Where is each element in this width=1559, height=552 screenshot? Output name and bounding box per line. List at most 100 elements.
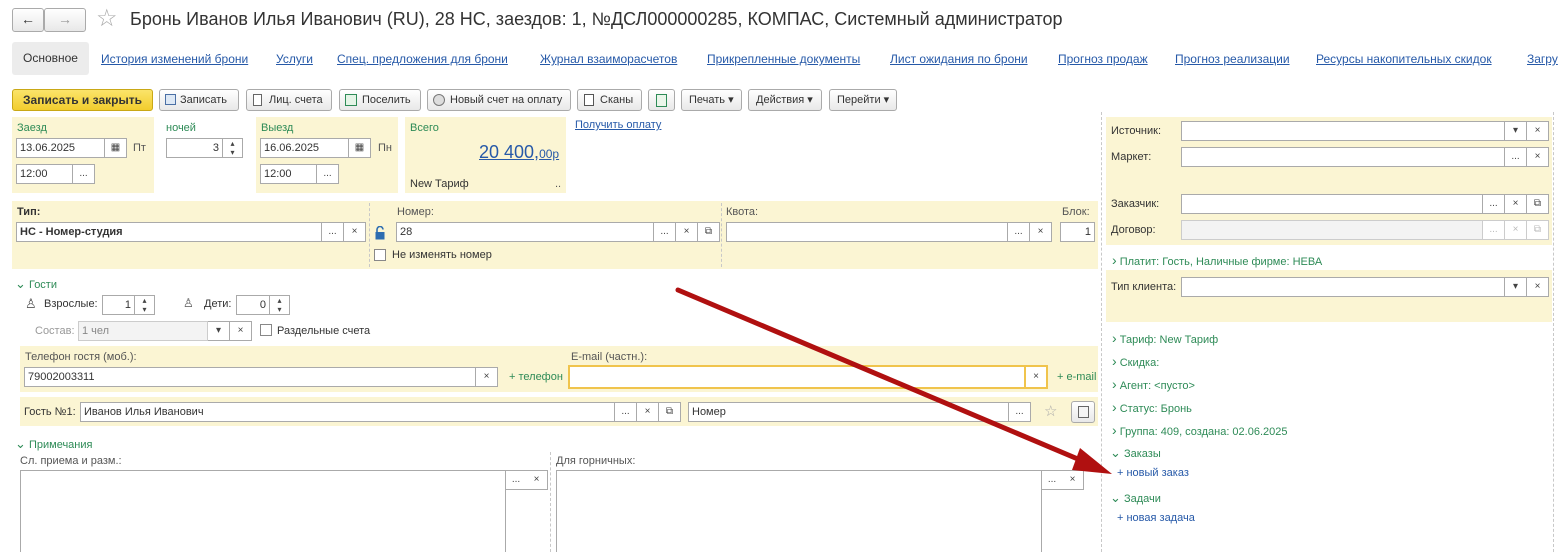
housekeeping-notes-clear-button[interactable]: × [1062,470,1084,490]
guest1-select-button[interactable]: ... [615,402,637,422]
tab-item[interactable]: Прикрепленные документы [707,52,860,66]
guest1-clear-button[interactable]: × [637,402,659,422]
tab-item[interactable]: Прогноз реализации [1175,52,1290,66]
client-type-dropdown-button[interactable]: ▾ [1505,277,1527,297]
add-email-link[interactable]: + e-mail [1057,371,1096,383]
room-type-input[interactable]: НС - Номер-студия [16,222,322,242]
new-task-link[interactable]: + новая задача [1117,512,1195,524]
save-button[interactable]: Записать [159,89,239,111]
checkin-time-input[interactable]: 12:00 [16,164,73,184]
quota-input[interactable] [726,222,1008,242]
guest1-name-input[interactable]: Иванов Илья Иванович [80,402,615,422]
phone-clear-button[interactable]: × [476,367,498,387]
reception-notes-clear-button[interactable]: × [526,470,548,490]
children-spinner[interactable]: ▴ ▾ [270,295,290,315]
customer-select-button[interactable]: ... [1483,194,1505,214]
time-select-button[interactable]: ... [73,164,95,184]
adults-spinner[interactable]: ▴ ▾ [135,295,155,315]
spin-up-icon[interactable]: ▴ [277,296,281,305]
spin-down-icon[interactable]: ▾ [277,305,281,314]
room-type-select-button[interactable]: ... [322,222,344,242]
tab-item[interactable]: Журнал взаиморасчетов [540,52,677,66]
new-invoice-button[interactable]: Новый счет на оплату [427,89,571,111]
housekeeping-notes-select-button[interactable]: ... [1041,470,1063,490]
back-button[interactable]: ← [12,8,44,32]
actions-menu-button[interactable]: Действия ▾ [748,89,822,111]
client-type-clear-button[interactable]: × [1527,277,1549,297]
discount-section-toggle[interactable]: › Скидка: [1112,353,1159,369]
group-section-toggle[interactable]: › Группа: 409, создана: 02.06.2025 [1112,422,1288,438]
payer-section-toggle[interactable]: › Платит: Гость, Наличные фирме: НЕВА [1112,252,1322,268]
spin-up-icon[interactable]: ▴ [142,296,146,305]
unlock-icon[interactable] [375,225,385,240]
tab-main[interactable]: Основное [12,42,89,75]
composition-dropdown-button[interactable]: ▾ [208,321,230,341]
source-dropdown-button[interactable]: ▾ [1505,121,1527,141]
customer-open-button[interactable]: ⧉ [1527,194,1549,214]
customer-clear-button[interactable]: × [1505,194,1527,214]
checkout-date-input[interactable]: 16.06.2025 [260,138,349,158]
time-select-button[interactable]: ... [317,164,339,184]
calendar-icon[interactable]: ▦ [349,138,371,158]
checkin-date-input[interactable]: 13.06.2025 [16,138,105,158]
tasks-section-toggle[interactable]: ⌄ Задачи [1110,490,1161,506]
phone-input[interactable]: 79002003311 [24,367,476,387]
save-close-button[interactable]: Записать и закрыть [12,89,153,111]
contract-select-button[interactable]: ... [1483,220,1505,240]
source-input[interactable] [1181,121,1505,141]
nights-input[interactable]: 3 [166,138,223,158]
guest-card-button[interactable] [1071,401,1095,423]
contract-open-button[interactable]: ⧉ [1527,220,1549,240]
checkin-button[interactable]: Поселить [339,89,421,111]
spin-down-icon[interactable]: ▾ [230,148,234,157]
market-select-button[interactable]: ... [1505,147,1527,167]
guest1-open-button[interactable]: ⧉ [659,402,681,422]
scans-button[interactable]: Сканы [577,89,642,111]
tab-item[interactable]: Спец. предложения для брони [337,52,508,66]
tab-item[interactable]: Услуги [276,52,313,66]
get-payment-link[interactable]: Получить оплату [575,119,661,131]
notes-section-toggle[interactable]: ⌄ Примечания [15,436,92,452]
housekeeping-notes-textarea[interactable] [556,470,1042,552]
tab-item[interactable]: Ресурсы накопительных скидок [1316,52,1492,66]
favorite-guest-star-icon[interactable]: ☆ [1044,402,1057,420]
checkout-time-input[interactable]: 12:00 [260,164,317,184]
client-type-input[interactable] [1181,277,1505,297]
tab-item[interactable]: Прогноз продаж [1058,52,1148,66]
calendar-icon[interactable]: ▦ [105,138,127,158]
room-type-clear-button[interactable]: × [344,222,366,242]
tariff-dots[interactable]: .. [555,178,561,190]
print-menu-button[interactable]: Печать ▾ [681,89,742,111]
agent-section-toggle[interactable]: › Агент: <пусто> [1112,376,1195,392]
total-amount[interactable]: 20 400,00р [479,142,559,163]
tariff-section-toggle[interactable]: › Тариф: New Тариф [1112,330,1218,346]
attach-button[interactable] [648,89,675,111]
room-number-open-button[interactable]: ⧉ [698,222,720,242]
email-input[interactable] [568,365,1026,389]
email-clear-button[interactable]: × [1026,365,1048,389]
status-section-toggle[interactable]: › Статус: Бронь [1112,399,1192,415]
quota-clear-button[interactable]: × [1030,222,1052,242]
tab-item[interactable]: Лист ожидания по брони [890,52,1028,66]
quota-select-button[interactable]: ... [1008,222,1030,242]
guest1-role-select-button[interactable]: ... [1009,402,1031,422]
favorite-star-icon[interactable]: ☆ [96,4,118,33]
contract-input[interactable] [1181,220,1483,240]
contract-clear-button[interactable]: × [1505,220,1527,240]
spin-up-icon[interactable]: ▴ [230,139,234,148]
composition-input[interactable]: 1 чел [78,321,208,341]
add-phone-link[interactable]: + телефон [509,371,563,383]
orders-section-toggle[interactable]: ⌄ Заказы [1110,445,1161,461]
adults-input[interactable]: 1 [102,295,135,315]
accounts-button[interactable]: Лиц. счета [246,89,332,111]
composition-clear-button[interactable]: × [230,321,252,341]
no-change-room-checkbox[interactable] [374,249,386,261]
new-order-link[interactable]: + новый заказ [1117,467,1189,479]
tab-item[interactable]: История изменений брони [101,52,248,66]
children-input[interactable]: 0 [236,295,270,315]
nights-spinner[interactable]: ▴ ▾ [223,138,243,158]
customer-input[interactable] [1181,194,1483,214]
source-clear-button[interactable]: × [1527,121,1549,141]
room-number-clear-button[interactable]: × [676,222,698,242]
tab-item[interactable]: Загру [1527,52,1558,66]
